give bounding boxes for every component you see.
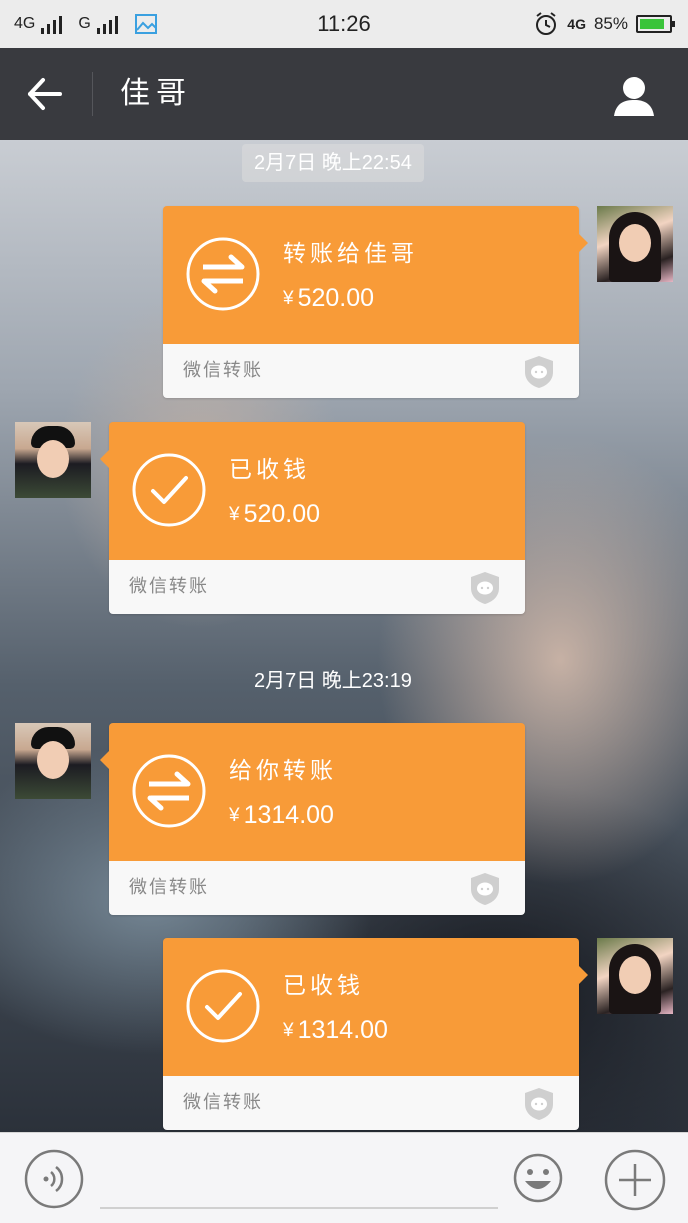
bubble-tail (579, 966, 588, 984)
bubble-tail (579, 234, 588, 252)
wechat-shield-icon (525, 356, 553, 388)
avatar-self[interactable] (597, 206, 673, 282)
transfer-title: 已收钱 (283, 973, 364, 999)
transfer-card-body: 已收钱 ¥1314.00 (163, 938, 579, 1076)
avatar-self[interactable] (597, 938, 673, 1014)
transfer-card-footer: 微信转账 (163, 1076, 579, 1130)
transfer-card[interactable]: 转账给佳哥 ¥520.00 微信转账 (163, 206, 588, 398)
chat-title: 佳哥 (120, 76, 192, 111)
transfer-title: 给你转账 (229, 758, 337, 784)
yen-sign: ¥ (229, 805, 240, 826)
timestamp: 2月7日 晚上22:54 (242, 144, 424, 182)
wechat-shield-icon (471, 873, 499, 905)
transfer-card-footer: 微信转账 (109, 560, 525, 614)
transfer-title: 已收钱 (229, 457, 310, 483)
input-bar (0, 1132, 688, 1223)
transfer-amount: ¥1314.00 (229, 801, 334, 830)
plus-icon[interactable] (604, 1149, 666, 1211)
avatar-contact[interactable] (15, 723, 91, 799)
header-divider (92, 72, 93, 116)
status-bar: 4G G 11:26 4G 85% (0, 0, 688, 48)
person-icon[interactable] (612, 74, 656, 118)
timestamp: 2月7日 晚上23:19 (254, 670, 412, 692)
transfer-title: 转账给佳哥 (283, 241, 418, 267)
bubble-tail (100, 450, 109, 468)
chat-area[interactable]: 2月7日 晚上22:54 转账给佳哥 ¥520.00 微信转账 已收钱 ¥520… (0, 140, 688, 1132)
alarm-icon (536, 12, 557, 35)
check-circle-icon (186, 969, 260, 1043)
yen-sign: ¥ (283, 1020, 294, 1041)
transfer-card-footer: 微信转账 (163, 344, 579, 398)
transfer-amount: ¥520.00 (229, 500, 320, 529)
amount-value: 520.00 (297, 284, 375, 312)
wechat-shield-icon (471, 572, 499, 604)
chat-header: 佳哥 (0, 48, 688, 140)
check-circle-icon (132, 453, 206, 527)
network-label-right: 4G (567, 16, 586, 32)
avatar-contact[interactable] (15, 422, 91, 498)
wechat-transfer-label: 微信转账 (129, 877, 209, 898)
bubble-tail (100, 751, 109, 769)
transfer-card-body: 给你转账 ¥1314.00 (109, 723, 525, 861)
arrow-left-icon[interactable] (24, 74, 68, 114)
amount-value: 1314.00 (297, 1016, 388, 1044)
wechat-transfer-label: 微信转账 (183, 1092, 263, 1113)
message-input[interactable] (100, 1207, 498, 1209)
amount-value: 520.00 (243, 500, 321, 528)
transfer-amount: ¥1314.00 (283, 1016, 388, 1045)
yen-sign: ¥ (229, 504, 240, 525)
transfer-arrows-icon (186, 237, 260, 311)
amount-value: 1314.00 (243, 801, 334, 829)
transfer-card[interactable]: 给你转账 ¥1314.00 微信转账 (100, 723, 525, 915)
status-right: 4G 85% (533, 0, 675, 48)
transfer-card[interactable]: 已收钱 ¥1314.00 微信转账 (163, 938, 588, 1130)
wechat-transfer-label: 微信转账 (183, 360, 263, 381)
transfer-amount: ¥520.00 (283, 284, 374, 313)
yen-sign: ¥ (283, 288, 294, 309)
transfer-card-body: 转账给佳哥 ¥520.00 (163, 206, 579, 344)
battery-icon (636, 15, 675, 33)
emoji-icon[interactable] (513, 1153, 563, 1203)
wechat-transfer-label: 微信转账 (129, 576, 209, 597)
battery-percent: 85% (593, 14, 628, 33)
transfer-card-body: 已收钱 ¥520.00 (109, 422, 525, 560)
wechat-shield-icon (525, 1088, 553, 1120)
voice-icon[interactable] (24, 1149, 84, 1209)
transfer-arrows-icon (132, 754, 206, 828)
transfer-card[interactable]: 已收钱 ¥520.00 微信转账 (100, 422, 525, 614)
transfer-card-footer: 微信转账 (109, 861, 525, 915)
